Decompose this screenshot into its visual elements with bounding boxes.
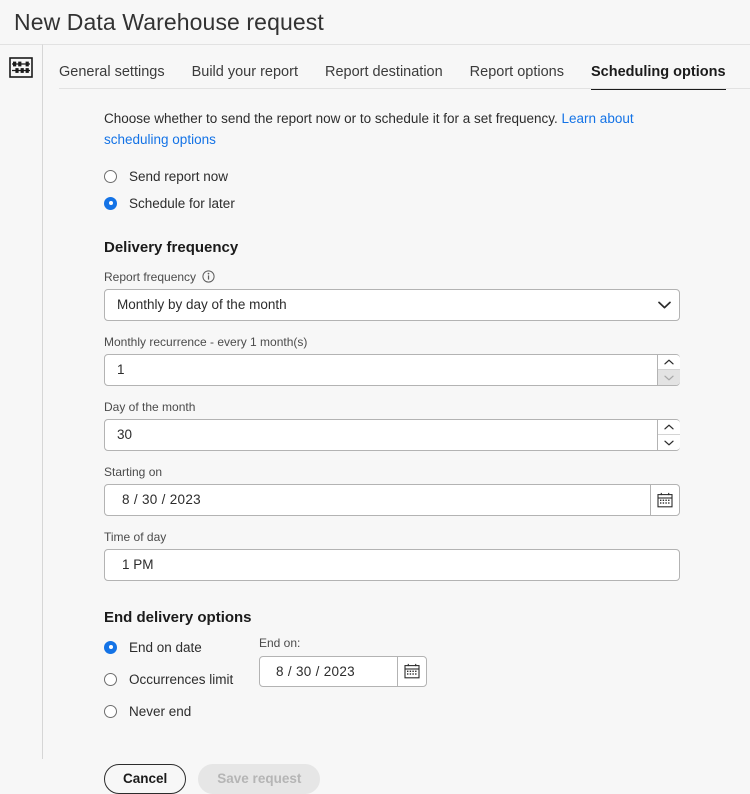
- radio-occurrences-limit[interactable]: Occurrences limit: [104, 672, 259, 687]
- tab-general-settings[interactable]: General settings: [59, 65, 165, 90]
- field-day-of-the-month: Day of the month 30: [104, 400, 750, 451]
- radio-indicator: [104, 705, 117, 718]
- tab-bar: General settings Build your report Repor…: [43, 45, 750, 89]
- radio-label: Send report now: [129, 169, 228, 184]
- tab-build-your-report[interactable]: Build your report: [192, 65, 298, 90]
- abacus-icon[interactable]: [9, 57, 33, 78]
- stepper-buttons: [657, 354, 680, 386]
- label-text: Time of day: [104, 530, 166, 544]
- day-of-month-value[interactable]: 30: [105, 427, 657, 442]
- field-label-time-of-day: Time of day: [104, 530, 750, 544]
- chevron-down-icon: [658, 369, 680, 385]
- day-of-month-stepper[interactable]: 30: [104, 419, 680, 451]
- left-rail: [0, 44, 43, 759]
- save-request-button: Save request: [198, 764, 320, 794]
- page-title: New Data Warehouse request: [14, 11, 324, 34]
- field-time-of-day: Time of day 1 PM: [104, 530, 750, 581]
- intro-text: Choose whether to send the report now or…: [104, 109, 684, 151]
- field-label-report-frequency: Report frequency: [104, 270, 750, 284]
- intro-description: Choose whether to send the report now or…: [104, 111, 558, 126]
- radio-label: Never end: [129, 704, 191, 719]
- label-text: Report frequency: [104, 270, 196, 284]
- calendar-icon[interactable]: [650, 485, 679, 515]
- label-text: Starting on: [104, 465, 162, 479]
- calendar-icon[interactable]: [397, 657, 426, 686]
- field-report-frequency: Report frequency Monthly by day of the m…: [104, 270, 750, 321]
- radio-never-end[interactable]: Never end: [104, 704, 259, 719]
- end-delivery-options-section: End delivery options End on date Occurre…: [104, 609, 750, 736]
- scheduling-options-form: Choose whether to send the report now or…: [43, 89, 750, 794]
- body-row: General settings Build your report Repor…: [0, 44, 750, 759]
- end-on-value[interactable]: 8 / 30 / 2023: [260, 657, 397, 686]
- end-on-label: End on:: [259, 636, 427, 650]
- time-of-day-value[interactable]: 1 PM: [105, 557, 679, 572]
- end-delivery-grid: End on date Occurrences limit Never end: [104, 636, 750, 736]
- radio-schedule-for-later[interactable]: Schedule for later: [104, 196, 750, 211]
- starting-on-value[interactable]: 8 / 30 / 2023: [105, 485, 650, 515]
- tab-scheduling-options[interactable]: Scheduling options: [591, 65, 726, 90]
- end-on-date-column: End on: 8 / 30 / 2023: [259, 636, 427, 687]
- radio-label: Schedule for later: [129, 196, 235, 211]
- end-delivery-options-heading: End delivery options: [104, 609, 750, 626]
- tab-report-options[interactable]: Report options: [470, 65, 564, 90]
- tab-report-destination[interactable]: Report destination: [325, 65, 443, 90]
- field-label-monthly-recurrence: Monthly recurrence - every 1 month(s): [104, 335, 750, 349]
- cancel-button[interactable]: Cancel: [104, 764, 186, 794]
- radio-label: End on date: [129, 640, 202, 655]
- field-starting-on: Starting on 8 / 30 / 2023: [104, 465, 750, 516]
- chevron-down-icon[interactable]: [649, 301, 679, 309]
- radio-label: Occurrences limit: [129, 672, 233, 687]
- label-text: Day of the month: [104, 400, 195, 414]
- app-window: New Data Warehouse request: [0, 0, 750, 759]
- info-circle-icon[interactable]: [202, 270, 215, 283]
- stepper-buttons: [657, 419, 680, 451]
- end-on-date-input[interactable]: 8 / 30 / 2023: [259, 656, 427, 687]
- radio-indicator: [104, 673, 117, 686]
- form-actions: Cancel Save request: [104, 764, 750, 794]
- field-monthly-recurrence: Monthly recurrence - every 1 month(s) 1: [104, 335, 750, 386]
- field-label-day-of-the-month: Day of the month: [104, 400, 750, 414]
- main-panel: General settings Build your report Repor…: [43, 44, 750, 759]
- time-of-day-input[interactable]: 1 PM: [104, 549, 680, 581]
- starting-on-date-input[interactable]: 8 / 30 / 2023: [104, 484, 680, 516]
- chevron-down-icon[interactable]: [658, 434, 680, 450]
- title-bar: New Data Warehouse request: [0, 0, 750, 44]
- chevron-up-icon[interactable]: [658, 420, 680, 435]
- field-label-starting-on: Starting on: [104, 465, 750, 479]
- radio-indicator: [104, 197, 117, 210]
- radio-indicator: [104, 170, 117, 183]
- monthly-recurrence-stepper[interactable]: 1: [104, 354, 680, 386]
- label-text: Monthly recurrence - every 1 month(s): [104, 335, 307, 349]
- monthly-recurrence-value[interactable]: 1: [105, 362, 657, 377]
- chevron-up-icon[interactable]: [658, 355, 680, 370]
- radio-send-report-now[interactable]: Send report now: [104, 169, 750, 184]
- radio-end-on-date[interactable]: End on date: [104, 640, 259, 655]
- radio-indicator: [104, 641, 117, 654]
- delivery-frequency-heading: Delivery frequency: [104, 239, 750, 256]
- report-frequency-value: Monthly by day of the month: [105, 297, 649, 312]
- end-delivery-radio-group: End on date Occurrences limit Never end: [104, 636, 259, 736]
- tab-bar-divider: [59, 88, 750, 89]
- report-frequency-select[interactable]: Monthly by day of the month: [104, 289, 680, 321]
